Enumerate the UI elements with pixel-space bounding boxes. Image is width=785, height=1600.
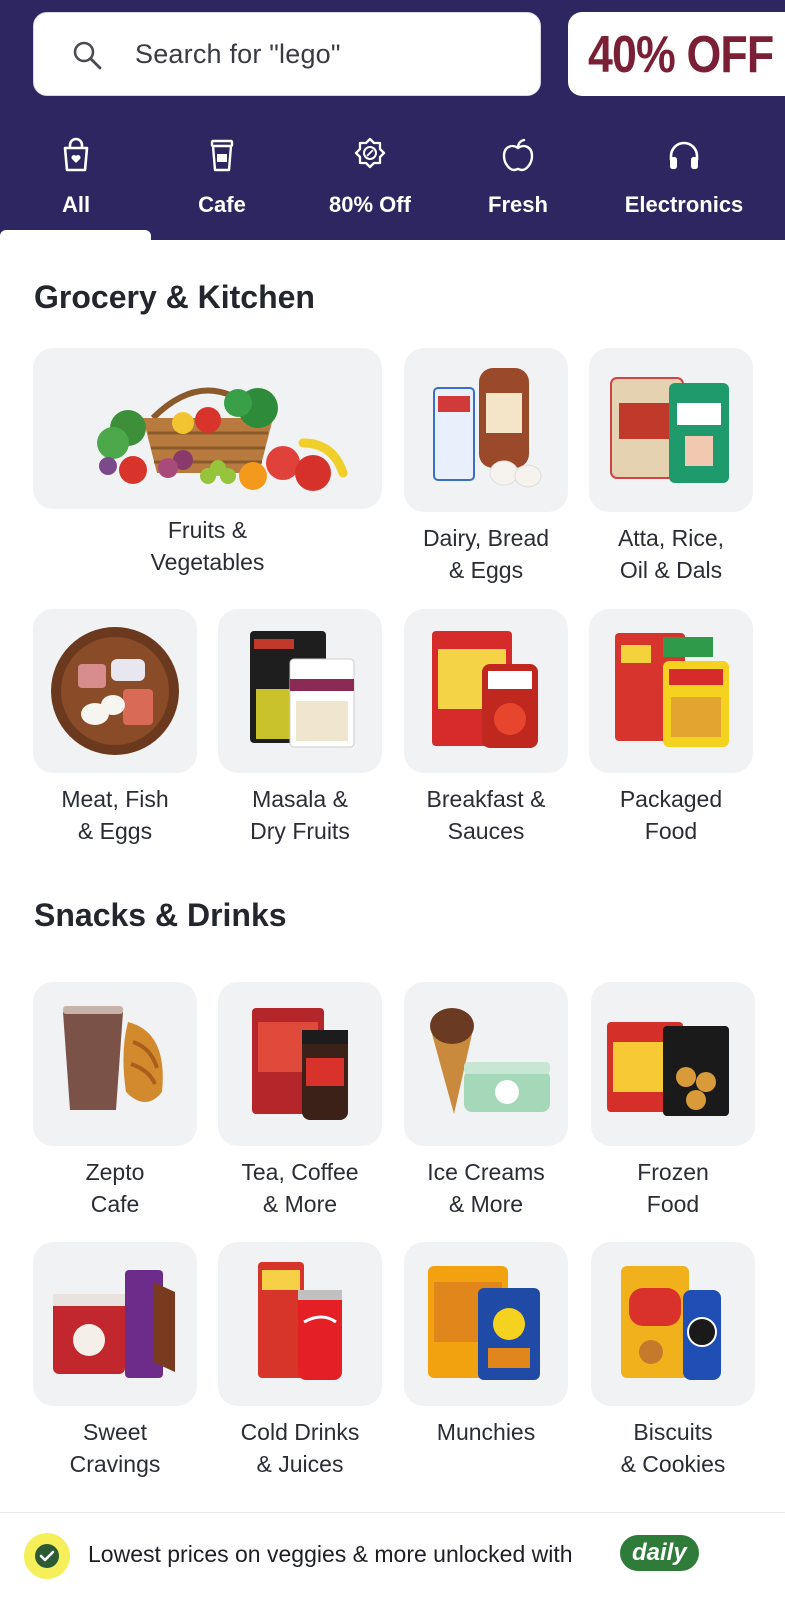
biscuits-image <box>591 1242 755 1406</box>
sweets-image <box>33 1242 197 1406</box>
promo-banner[interactable]: 40% OFF <box>568 12 785 96</box>
section-title-snacks: Snacks & Drinks <box>34 897 287 933</box>
category-label: Sweet Cravings <box>69 1419 161 1477</box>
zepto-cafe-image <box>33 982 197 1146</box>
daily-offer-banner[interactable]: Lowest prices on veggies & more unlocked… <box>0 1512 785 1600</box>
check-circle-icon <box>24 1533 70 1579</box>
section-title-grocery: Grocery & Kitchen <box>34 279 315 315</box>
top-header: Search for "lego" 40% OFF All Cafe 80% O… <box>0 0 785 240</box>
dairy-bread-image <box>404 348 568 512</box>
tab-label: Fresh <box>488 192 548 217</box>
tab-label: All <box>61 192 91 217</box>
category-label: Breakfast & Sauces <box>426 786 546 844</box>
category-label: Masala & Dry Fruits <box>250 786 350 844</box>
search-placeholder: Search for "lego" <box>135 39 341 69</box>
coffee-cup-icon <box>210 139 234 172</box>
fruit-basket-image <box>33 348 382 509</box>
atta-rice-image <box>589 348 753 512</box>
category-label: Packaged Food <box>619 786 723 844</box>
selected-tab-indicator <box>0 230 151 240</box>
tab-80-off[interactable]: 80% Off <box>294 128 446 240</box>
category-label: Zepto Cafe <box>85 1159 145 1217</box>
tea-coffee-image <box>218 982 382 1146</box>
frozen-food-image <box>591 982 755 1146</box>
breakfast-image <box>404 609 568 773</box>
daily-badge: daily <box>620 1535 699 1571</box>
shopping-bag-icon <box>63 137 89 172</box>
category-label: Cold Drinks & Juices <box>240 1419 360 1477</box>
tab-label: Cafe <box>198 192 246 217</box>
search-bar[interactable]: Search for "lego" <box>33 12 541 96</box>
packaged-food-image <box>589 609 753 773</box>
headphones-icon <box>669 141 699 169</box>
meat-fish-image <box>33 609 197 773</box>
category-label: Meat, Fish & Eggs <box>61 786 169 844</box>
category-label: Dairy, Bread & Eggs <box>422 525 550 583</box>
masala-image <box>218 609 382 773</box>
category-label: Tea, Coffee & More <box>241 1159 359 1217</box>
tab-all[interactable]: All <box>0 128 152 240</box>
category-label: Ice Creams & More <box>427 1159 545 1217</box>
tab-electronics[interactable]: Electronics <box>608 128 760 240</box>
category-label: Fruits & Vegetables <box>150 517 265 575</box>
tab-cafe[interactable]: Cafe <box>146 128 298 240</box>
cold-drinks-image <box>218 1242 382 1406</box>
search-icon <box>73 41 102 70</box>
discount-badge-icon <box>354 137 386 169</box>
munchies-image <box>404 1242 568 1406</box>
category-tabs: All Cafe 80% Off Fresh Electronics <box>0 128 785 240</box>
tab-fresh[interactable]: Fresh <box>442 128 594 240</box>
category-label: Atta, Rice, Oil & Dals <box>617 525 725 583</box>
apple-icon <box>502 138 534 172</box>
tab-label: 80% Off <box>329 192 411 217</box>
category-label: Frozen Food <box>637 1159 709 1217</box>
category-label: Biscuits & Cookies <box>620 1419 726 1477</box>
category-label: Munchies <box>436 1419 536 1445</box>
daily-offer-text: Lowest prices on veggies & more unlocked… <box>88 1541 573 1567</box>
tab-label: Electronics <box>624 192 744 217</box>
promo-label: 40% OFF <box>588 26 774 84</box>
ice-cream-image <box>404 982 568 1146</box>
